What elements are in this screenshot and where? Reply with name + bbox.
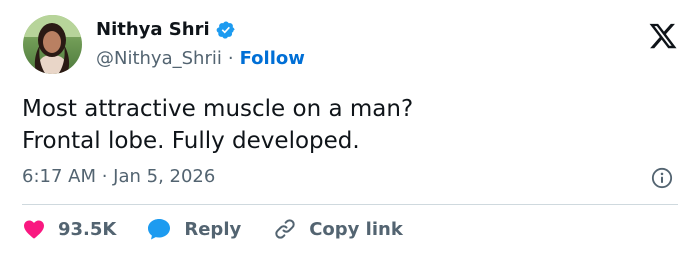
link-icon — [275, 219, 295, 239]
action-bar: 93.5K Reply Copy link — [22, 216, 403, 242]
reply-label: Reply — [184, 218, 242, 240]
verified-badge-icon — [216, 20, 236, 40]
follow-button[interactable]: Follow — [240, 48, 305, 69]
reply-button[interactable]: Reply — [146, 217, 241, 241]
handle-row: @Nithya_Shrii · Follow — [96, 48, 305, 69]
author-handle[interactable]: @Nithya_Shrii — [96, 48, 222, 69]
avatar[interactable] — [23, 15, 82, 74]
heart-icon — [24, 220, 44, 239]
like-button[interactable]: 93.5K — [22, 217, 116, 241]
tweet-text-line: Most attractive muscle on a man? — [22, 96, 414, 122]
copy-link-button[interactable]: Copy link — [273, 217, 403, 241]
tweet-text: Most attractive muscle on a man? Frontal… — [22, 93, 413, 157]
likes-count: 93.5K — [58, 218, 117, 240]
speech-bubble-icon — [148, 219, 171, 240]
handle-separator: · — [227, 48, 234, 69]
copy-link-label: Copy link — [309, 218, 403, 240]
tweet-timestamp[interactable]: 6:17 AM · Jan 5, 2026 — [22, 166, 215, 187]
author-name-row: Nithya Shri — [96, 19, 236, 40]
x-logo-icon[interactable] — [648, 21, 678, 51]
author-name[interactable]: Nithya Shri — [96, 19, 210, 40]
info-icon[interactable] — [651, 167, 673, 189]
tweet-text-line: Frontal lobe. Fully developed. — [22, 128, 360, 154]
divider — [22, 204, 678, 205]
